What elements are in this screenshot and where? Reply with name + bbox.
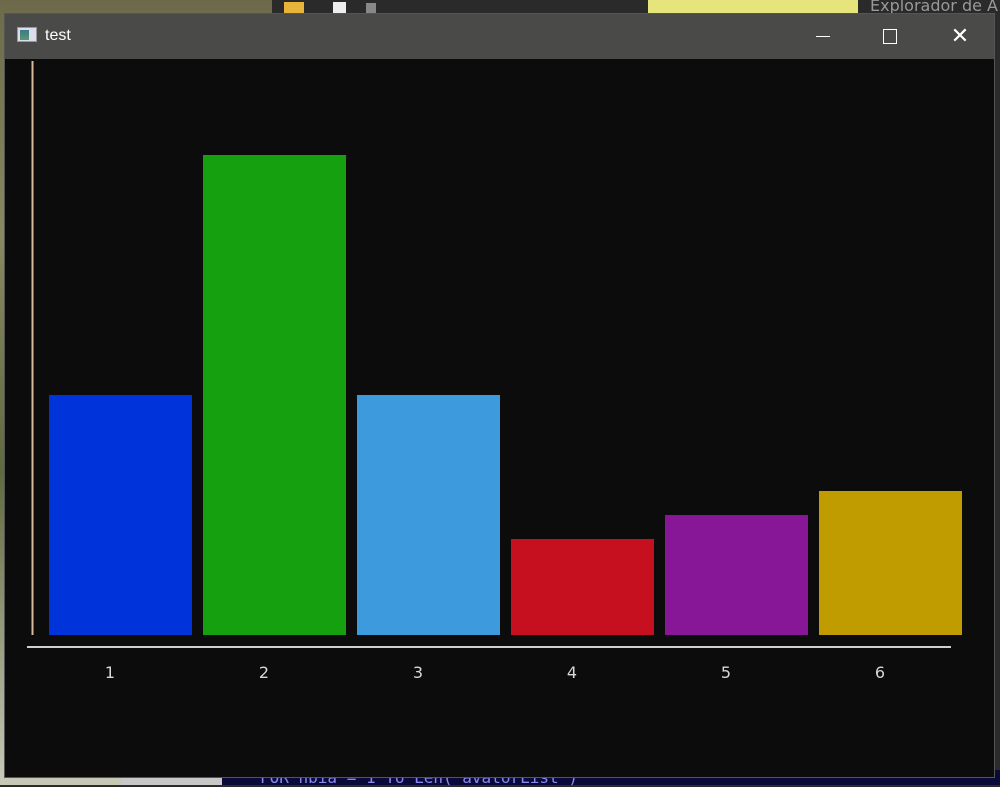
chart-window: test ✕ 1 2 3 4 5 6: [4, 13, 995, 778]
bar-chart: 1 2 3 4 5 6: [27, 61, 962, 682]
title-bar[interactable]: test ✕: [5, 14, 994, 59]
app-icon: [17, 27, 37, 42]
x-tick-label: 3: [413, 663, 423, 682]
bar-5: [665, 515, 808, 635]
maximize-icon: [883, 29, 897, 44]
minimize-button[interactable]: [787, 14, 855, 59]
maximize-button[interactable]: [855, 14, 923, 59]
bar-1: [49, 395, 192, 635]
x-tick-label: 6: [875, 663, 885, 682]
bar-3: [357, 395, 500, 635]
minimize-icon: [816, 36, 830, 37]
background-tab: [648, 0, 858, 14]
bar-6: [819, 491, 962, 635]
x-tick-label: 4: [567, 663, 577, 682]
x-tick-label: 2: [259, 663, 269, 682]
close-button[interactable]: ✕: [926, 14, 994, 59]
x-tick-label: 1: [105, 663, 115, 682]
bar-2: [203, 155, 346, 635]
bar-4: [511, 539, 654, 635]
window-title: test: [45, 27, 71, 44]
x-tick-label: 5: [721, 663, 731, 682]
